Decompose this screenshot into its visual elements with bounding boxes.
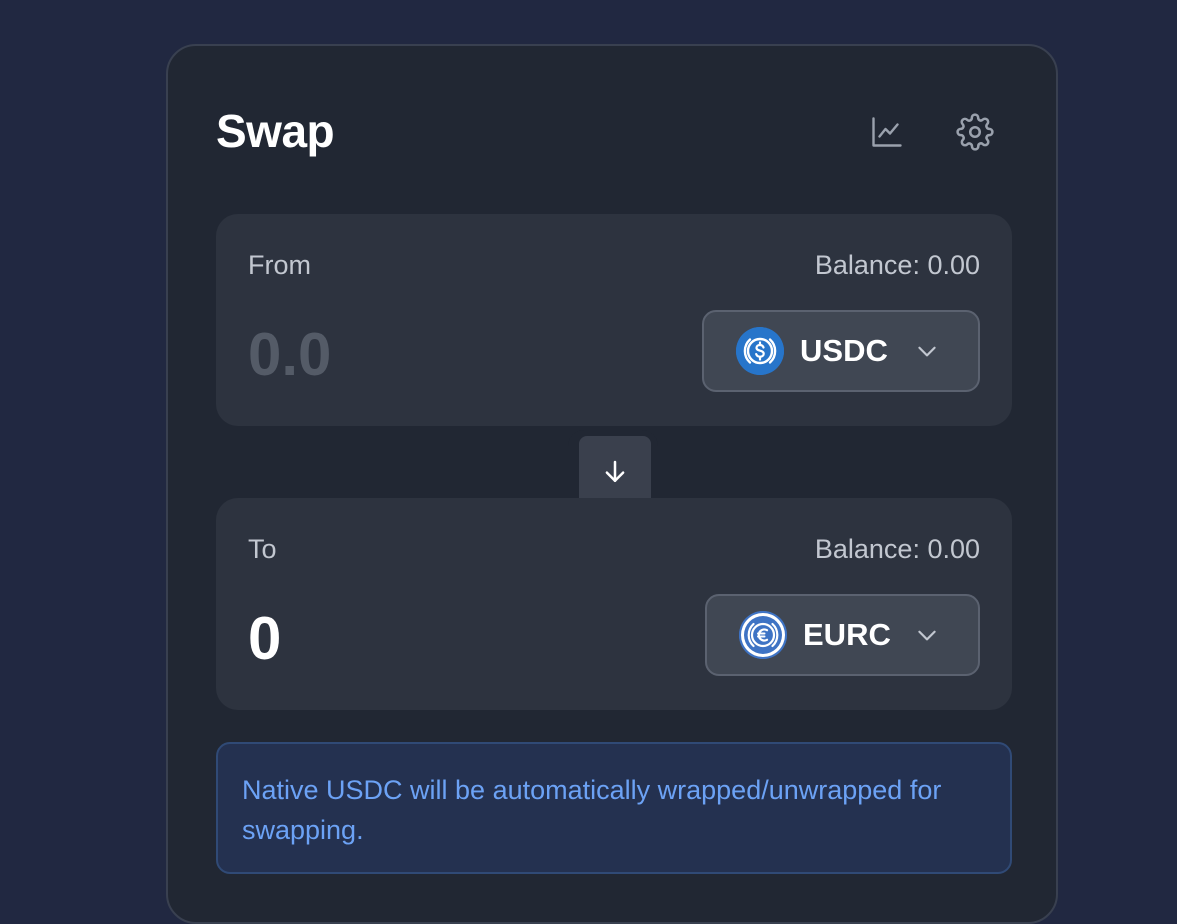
eurc-logo-icon bbox=[739, 611, 787, 659]
from-balance: Balance: 0.00 bbox=[814, 250, 980, 280]
settings-button[interactable] bbox=[955, 112, 995, 152]
to-panel: To Balance: 0.00 0 EURC bbox=[216, 498, 1012, 710]
chevron-down-icon bbox=[918, 346, 936, 357]
to-balance: Balance: 0.00 bbox=[814, 534, 980, 564]
from-amount-input[interactable] bbox=[248, 320, 648, 390]
from-panel: From Balance: 0.00 USDC bbox=[216, 214, 1012, 426]
from-token-symbol: USDC bbox=[800, 333, 888, 368]
to-amount-output: 0 bbox=[248, 605, 282, 672]
usdc-logo-icon bbox=[736, 327, 784, 375]
page-title: Swap bbox=[216, 105, 335, 157]
from-token-select[interactable]: USDC bbox=[702, 310, 980, 392]
to-label: To bbox=[248, 534, 277, 564]
wrap-notice: Native USDC will be automatically wrappe… bbox=[216, 742, 1012, 874]
gear-icon bbox=[956, 113, 994, 151]
to-token-symbol: EURC bbox=[803, 617, 891, 652]
arrow-down-icon bbox=[605, 460, 625, 482]
chevron-down-icon bbox=[918, 630, 936, 641]
from-label: From bbox=[248, 250, 311, 280]
line-chart-icon bbox=[872, 117, 902, 147]
price-chart-button[interactable] bbox=[867, 112, 907, 152]
swap-card: Swap From Balance: 0.00 0.0 USDC To Bala… bbox=[166, 44, 1058, 924]
to-token-select[interactable]: EURC bbox=[705, 594, 980, 676]
